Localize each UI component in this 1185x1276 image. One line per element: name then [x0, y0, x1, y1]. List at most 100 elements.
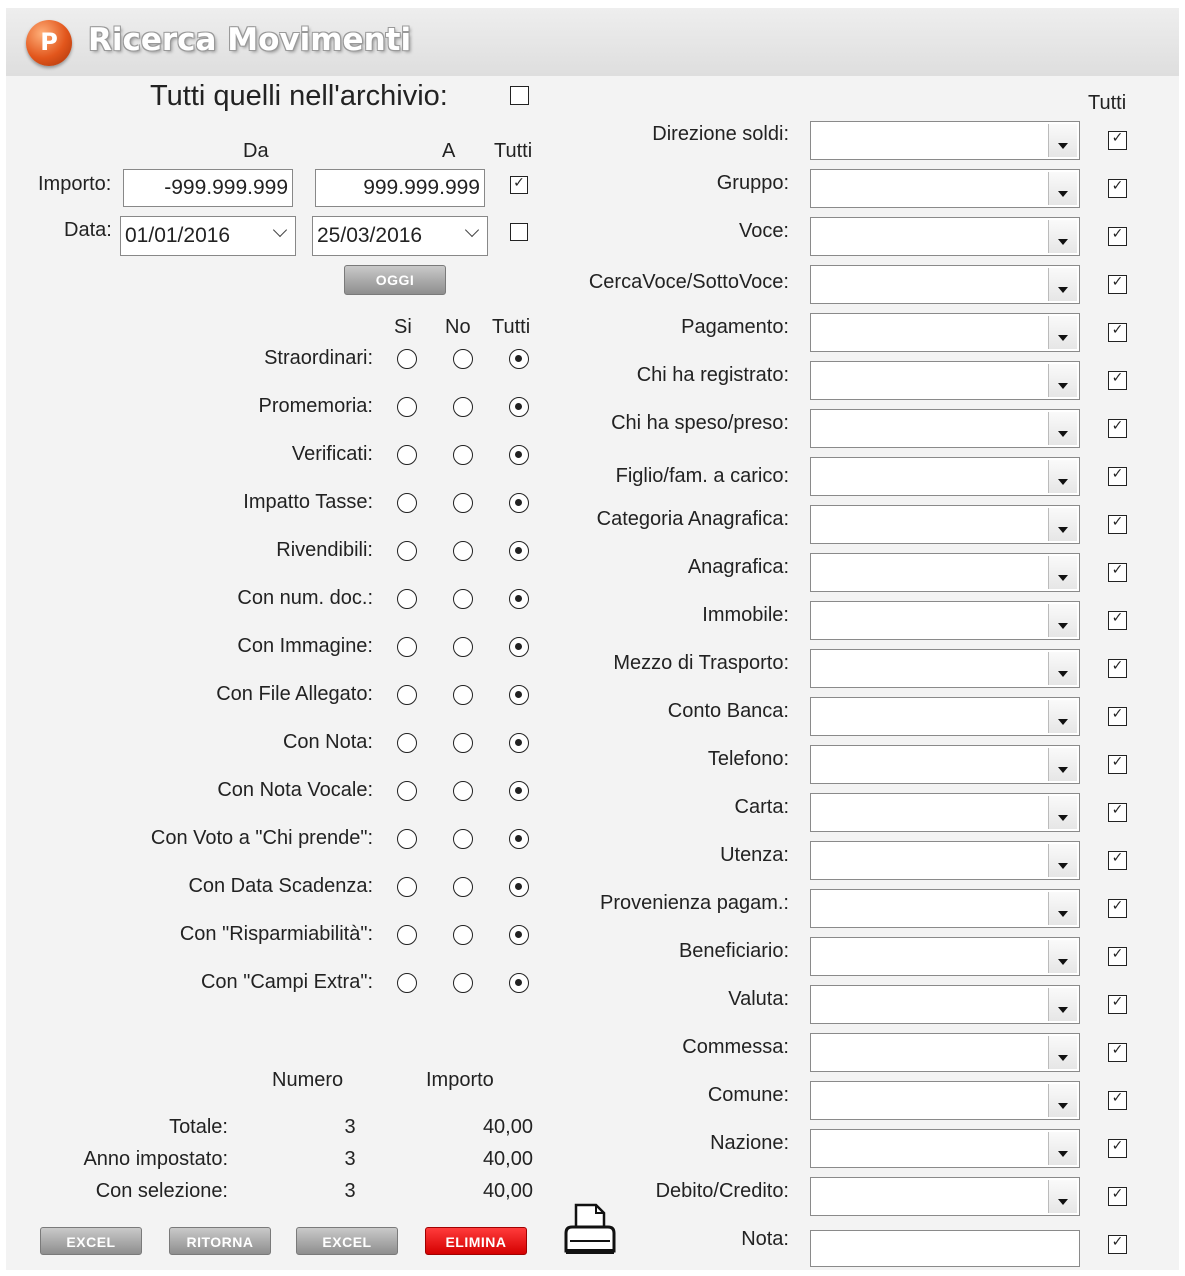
chevron-down-icon[interactable] — [1048, 124, 1077, 157]
filter-radio-si[interactable] — [397, 493, 417, 513]
filter-radio-tutti[interactable] — [509, 877, 529, 897]
filter-radio-no[interactable] — [453, 349, 473, 369]
field-tutti-checkbox[interactable]: ✓ — [1108, 563, 1127, 582]
chevron-down-icon[interactable] — [1048, 988, 1077, 1021]
field-combo[interactable] — [810, 313, 1080, 352]
chevron-down-icon[interactable] — [1048, 364, 1077, 397]
field-tutti-checkbox[interactable]: ✓ — [1108, 323, 1127, 342]
field-combo[interactable] — [810, 841, 1080, 880]
field-tutti-checkbox[interactable]: ✓ — [1108, 803, 1127, 822]
field-tutti-checkbox[interactable]: ✓ — [1108, 275, 1127, 294]
ritorna-button[interactable]: RITORNA — [169, 1227, 271, 1255]
filter-radio-si[interactable] — [397, 877, 417, 897]
chevron-down-icon[interactable] — [1048, 844, 1077, 877]
oggi-button[interactable]: OGGI — [344, 265, 446, 295]
filter-radio-no[interactable] — [453, 445, 473, 465]
chevron-down-icon[interactable] — [1048, 412, 1077, 445]
elimina-button[interactable]: ELIMINA — [425, 1227, 527, 1255]
filter-radio-tutti[interactable] — [509, 973, 529, 993]
field-tutti-checkbox[interactable]: ✓ — [1108, 947, 1127, 966]
chevron-down-icon[interactable] — [1048, 556, 1077, 589]
field-combo[interactable] — [810, 553, 1080, 592]
field-combo[interactable] — [810, 889, 1080, 928]
filter-radio-si[interactable] — [397, 781, 417, 801]
chevron-down-icon[interactable] — [1048, 460, 1077, 493]
filter-radio-no[interactable] — [453, 973, 473, 993]
data-a-picker[interactable]: 25/03/2016 — [312, 216, 488, 256]
filter-radio-si[interactable] — [397, 349, 417, 369]
field-tutti-checkbox[interactable]: ✓ — [1108, 1139, 1127, 1158]
filter-radio-si[interactable] — [397, 397, 417, 417]
filter-radio-si[interactable] — [397, 589, 417, 609]
filter-radio-tutti[interactable] — [509, 829, 529, 849]
filter-radio-tutti[interactable] — [509, 925, 529, 945]
chevron-down-icon[interactable] — [1048, 796, 1077, 829]
archive-checkbox[interactable] — [510, 86, 529, 105]
field-combo[interactable] — [810, 457, 1080, 496]
filter-radio-no[interactable] — [453, 637, 473, 657]
field-combo[interactable] — [810, 697, 1080, 736]
filter-radio-tutti[interactable] — [509, 589, 529, 609]
nota-input[interactable] — [810, 1230, 1080, 1267]
chevron-down-icon[interactable] — [1048, 508, 1077, 541]
field-tutti-checkbox[interactable]: ✓ — [1108, 1235, 1127, 1254]
filter-radio-no[interactable] — [453, 397, 473, 417]
filter-radio-si[interactable] — [397, 973, 417, 993]
filter-radio-no[interactable] — [453, 829, 473, 849]
field-combo[interactable] — [810, 1081, 1080, 1120]
filter-radio-no[interactable] — [453, 493, 473, 513]
field-tutti-checkbox[interactable]: ✓ — [1108, 515, 1127, 534]
filter-radio-si[interactable] — [397, 829, 417, 849]
field-tutti-checkbox[interactable]: ✓ — [1108, 179, 1127, 198]
filter-radio-tutti[interactable] — [509, 637, 529, 657]
field-tutti-checkbox[interactable]: ✓ — [1108, 1187, 1127, 1206]
filter-radio-si[interactable] — [397, 445, 417, 465]
chevron-down-icon[interactable] — [1048, 268, 1077, 301]
filter-radio-tutti[interactable] — [509, 493, 529, 513]
data-tutti-checkbox[interactable] — [510, 223, 528, 241]
filter-radio-tutti[interactable] — [509, 397, 529, 417]
field-combo[interactable] — [810, 793, 1080, 832]
chevron-down-icon[interactable] — [1048, 172, 1077, 205]
filter-radio-no[interactable] — [453, 589, 473, 609]
chevron-down-icon[interactable] — [1048, 604, 1077, 637]
field-combo[interactable] — [810, 361, 1080, 400]
importo-a-input[interactable]: 999.999.999 — [315, 169, 485, 207]
field-tutti-checkbox[interactable]: ✓ — [1108, 755, 1127, 774]
field-tutti-checkbox[interactable]: ✓ — [1108, 851, 1127, 870]
filter-radio-si[interactable] — [397, 685, 417, 705]
filter-radio-tutti[interactable] — [509, 685, 529, 705]
filter-radio-si[interactable] — [397, 925, 417, 945]
filter-radio-tutti[interactable] — [509, 541, 529, 561]
field-combo[interactable] — [810, 985, 1080, 1024]
field-tutti-checkbox[interactable]: ✓ — [1108, 419, 1127, 438]
field-combo[interactable] — [810, 217, 1080, 256]
chevron-down-icon[interactable] — [1048, 1180, 1077, 1213]
filter-radio-si[interactable] — [397, 541, 417, 561]
chevron-down-icon[interactable] — [1048, 1132, 1077, 1165]
filter-radio-no[interactable] — [453, 733, 473, 753]
chevron-down-icon[interactable] — [1048, 700, 1077, 733]
field-tutti-checkbox[interactable]: ✓ — [1108, 1043, 1127, 1062]
excel-button-2[interactable]: EXCEL — [296, 1227, 398, 1255]
filter-radio-no[interactable] — [453, 541, 473, 561]
chevron-down-icon[interactable] — [1048, 892, 1077, 925]
field-tutti-checkbox[interactable]: ✓ — [1108, 227, 1127, 246]
field-tutti-checkbox[interactable]: ✓ — [1108, 467, 1127, 486]
filter-radio-si[interactable] — [397, 637, 417, 657]
field-combo[interactable] — [810, 121, 1080, 160]
field-combo[interactable] — [810, 505, 1080, 544]
field-tutti-checkbox[interactable]: ✓ — [1108, 707, 1127, 726]
chevron-down-icon[interactable] — [1048, 1036, 1077, 1069]
field-combo[interactable] — [810, 1033, 1080, 1072]
data-da-picker[interactable]: 01/01/2016 — [120, 216, 296, 256]
importo-da-input[interactable]: -999.999.999 — [123, 169, 293, 207]
filter-radio-tutti[interactable] — [509, 445, 529, 465]
field-combo[interactable] — [810, 265, 1080, 304]
field-tutti-checkbox[interactable]: ✓ — [1108, 899, 1127, 918]
field-combo[interactable] — [810, 601, 1080, 640]
filter-radio-tutti[interactable] — [509, 733, 529, 753]
field-combo[interactable] — [810, 745, 1080, 784]
filter-radio-no[interactable] — [453, 781, 473, 801]
chevron-down-icon[interactable] — [1048, 652, 1077, 685]
